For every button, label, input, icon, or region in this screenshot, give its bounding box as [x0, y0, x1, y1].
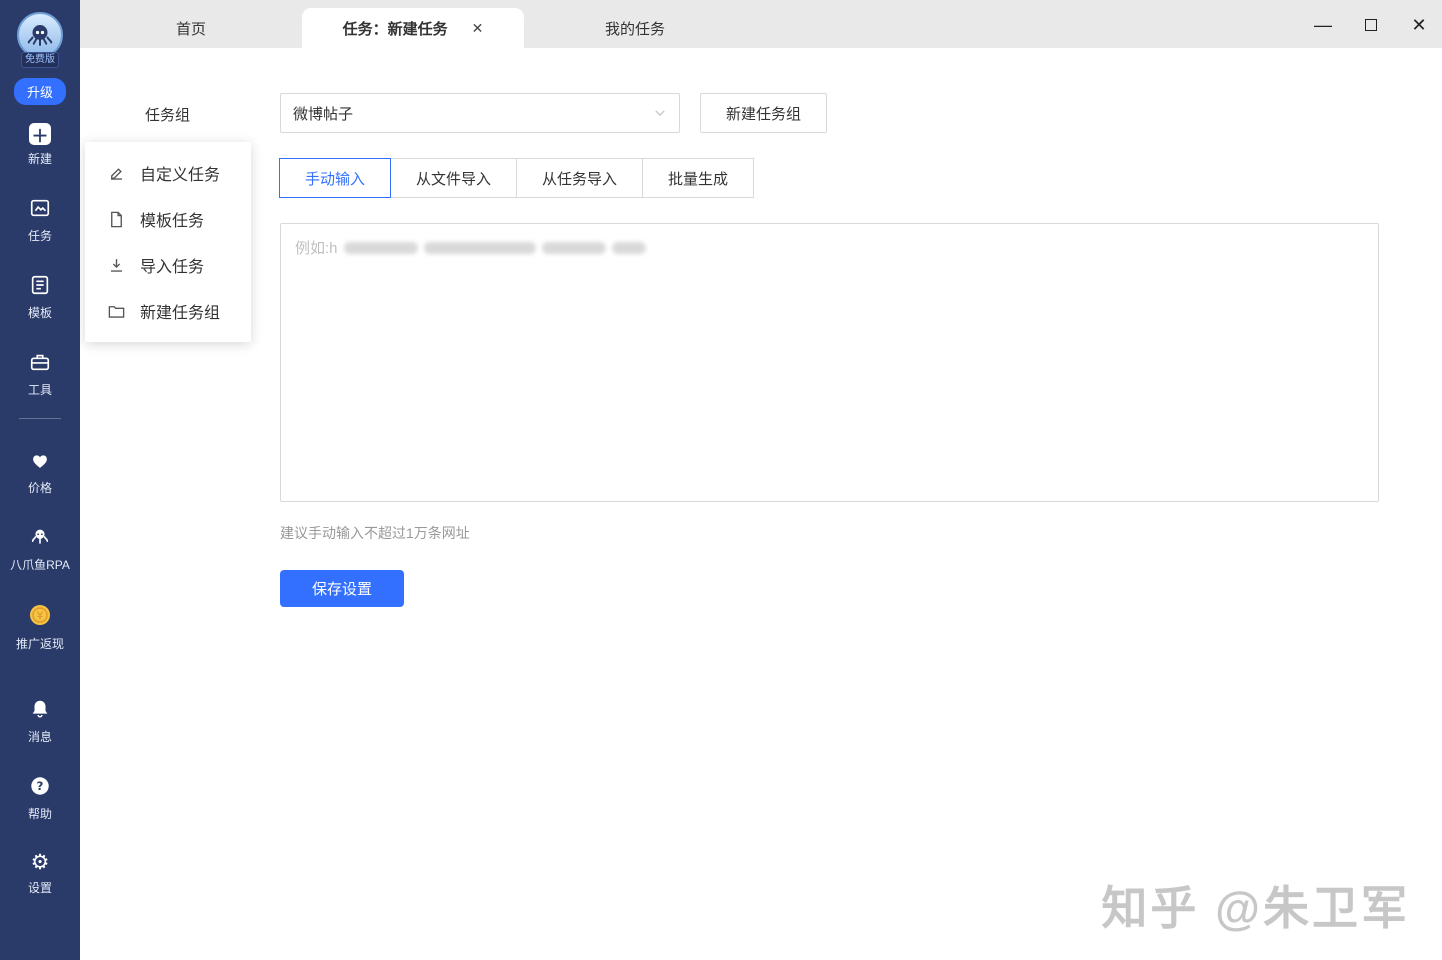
tab-bar: 首页 任务：新建任务 ✕ 我的任务: [80, 0, 1442, 48]
menu-item-new-task-group[interactable]: 新建任务组: [85, 288, 251, 334]
chevron-down-icon: [655, 110, 665, 117]
octopus-rpa-icon: [29, 526, 51, 551]
gold-coin-icon: [28, 603, 52, 630]
sidebar-item-label: 八爪鱼RPA: [10, 558, 70, 572]
file-icon: [111, 211, 122, 227]
blurred-url-segment: [611, 241, 646, 254]
input-tab-from-file[interactable]: 从文件导入: [390, 158, 518, 198]
main-content: 任务组 微博帖子 新建任务组 自定义任务 模板任务 导入任务 新建任务组 手动输…: [80, 48, 1442, 960]
tab-my-tasks[interactable]: 我的任务: [524, 8, 746, 48]
blurred-url-segment: [541, 241, 606, 254]
menu-item-label: 自定义任务: [140, 167, 221, 184]
sidebar: 免费版 升级 ＋ 新建 任务 模板 工具 价格 八爪鱼RPA 推广返现 消息 ?…: [0, 0, 80, 960]
task-group-select[interactable]: 微博帖子: [280, 93, 680, 133]
maximize-icon: [1365, 19, 1377, 31]
new-task-group-button[interactable]: 新建任务组: [700, 93, 827, 133]
sidebar-item-rpa[interactable]: 八爪鱼RPA: [1, 526, 79, 573]
new-task-popup-menu: 自定义任务 模板任务 导入任务 新建任务组: [85, 142, 251, 342]
gear-icon: ⚙: [30, 851, 50, 874]
sidebar-item-templates[interactable]: 模板: [1, 274, 79, 321]
menu-item-label: 新建任务组: [140, 305, 221, 322]
plus-icon: ＋: [29, 123, 51, 146]
sidebar-item-label: 帮助: [27, 807, 52, 821]
sidebar-item-messages[interactable]: 消息: [1, 698, 79, 745]
url-limit-hint: 建议手动输入不超过1万条网址: [280, 525, 470, 541]
sidebar-item-pricing[interactable]: 价格: [1, 449, 79, 496]
menu-item-label: 模板任务: [140, 213, 205, 230]
sidebar-item-label: 推广返现: [15, 637, 64, 651]
input-tab-manual[interactable]: 手动输入: [279, 158, 392, 198]
menu-item-custom-task[interactable]: 自定义任务: [85, 150, 251, 196]
menu-item-template-task[interactable]: 模板任务: [85, 196, 251, 242]
free-plan-badge: 免费版: [21, 52, 59, 68]
account-avatar[interactable]: 免费版: [15, 12, 65, 68]
close-button[interactable]: ✕: [1406, 12, 1432, 38]
sidebar-item-label: 工具: [27, 383, 52, 397]
tab-label: 首页: [175, 20, 206, 38]
menu-item-import-task[interactable]: 导入任务: [85, 242, 251, 288]
window-controls: — ✕: [1310, 12, 1432, 38]
sidebar-item-settings[interactable]: ⚙ 设置: [1, 852, 79, 896]
sidebar-item-label: 设置: [27, 881, 52, 895]
sidebar-divider: [19, 418, 61, 419]
svg-text:?: ?: [37, 779, 44, 793]
import-icon: [110, 258, 123, 272]
tab-label: 我的任务: [604, 20, 665, 38]
tools-icon: [29, 351, 51, 376]
sidebar-item-referral[interactable]: 推广返现: [1, 603, 79, 652]
close-tab-icon[interactable]: ✕: [472, 20, 484, 37]
save-settings-button[interactable]: 保存设置: [280, 570, 404, 607]
maximize-button[interactable]: [1358, 12, 1384, 38]
sidebar-item-label: 模板: [27, 306, 52, 320]
sidebar-item-label: 消息: [27, 730, 52, 744]
folder-icon: [108, 305, 125, 318]
task-group-label: 任务组: [145, 107, 191, 124]
menu-item-label: 导入任务: [140, 259, 205, 276]
template-icon: [29, 274, 51, 299]
tab-home[interactable]: 首页: [80, 8, 302, 48]
edit-icon: [110, 167, 123, 180]
blurred-url-segment: [343, 241, 418, 254]
task-group-selected-value: 微博帖子: [293, 105, 354, 123]
watermark-text: 知乎 @朱卫军: [1101, 882, 1410, 934]
bell-icon: [29, 698, 51, 723]
url-placeholder-prefix: 例如:h: [295, 240, 338, 257]
url-placeholder: 例如:h: [295, 237, 1364, 258]
sidebar-item-label: 任务: [27, 229, 52, 243]
input-tab-from-task[interactable]: 从任务导入: [516, 158, 644, 198]
sidebar-item-tasks[interactable]: 任务: [1, 197, 79, 244]
sidebar-item-help[interactable]: ? 帮助: [1, 775, 79, 822]
sidebar-item-label: 价格: [27, 481, 52, 495]
minimize-button[interactable]: —: [1310, 12, 1336, 38]
task-icon: [29, 197, 51, 222]
input-tab-batch-generate[interactable]: 批量生成: [642, 158, 755, 198]
url-input-textarea[interactable]: 例如:h: [280, 223, 1379, 502]
tab-label: 任务：新建任务: [342, 20, 448, 38]
sidebar-item-label: 新建: [27, 152, 52, 166]
help-icon: ?: [29, 775, 51, 800]
price-icon: [29, 449, 51, 474]
upgrade-button[interactable]: 升级: [13, 78, 66, 105]
sidebar-item-tools[interactable]: 工具: [1, 351, 79, 398]
tab-new-task[interactable]: 任务：新建任务 ✕: [302, 8, 524, 48]
blurred-url-segment: [423, 241, 536, 254]
sidebar-item-new[interactable]: ＋ 新建: [1, 123, 79, 167]
input-method-tabs: 手动输入 从文件导入 从任务导入 批量生成: [279, 158, 755, 198]
